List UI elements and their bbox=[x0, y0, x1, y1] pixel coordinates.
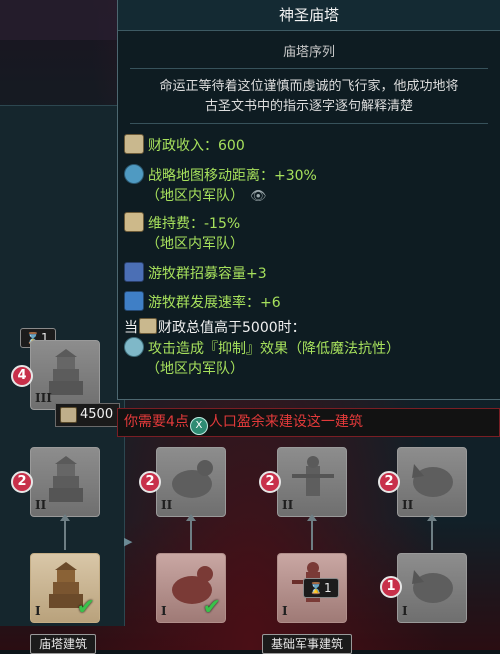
temple-tower-icon bbox=[49, 456, 83, 502]
warning-text-after: 人口盈余来建设这一建筑 bbox=[208, 414, 363, 430]
tier-label: II bbox=[161, 498, 173, 512]
effect-income: 财政收入：600 bbox=[124, 134, 245, 155]
horn-icon bbox=[124, 262, 144, 282]
build-turns-counter: ⌛ 1 bbox=[303, 578, 339, 598]
built-check-icon: ✔ bbox=[76, 595, 95, 620]
beast-icon bbox=[172, 460, 213, 498]
effect-text: 游牧群招募容量+3 bbox=[148, 266, 267, 282]
tier-label: I bbox=[35, 604, 41, 618]
effect-recruit-capacity: 游牧群招募容量+3 bbox=[124, 262, 267, 283]
divider bbox=[130, 68, 488, 69]
chain-label-military: 基础军事建筑 bbox=[262, 634, 353, 654]
divider bbox=[130, 123, 488, 124]
tier-label: II bbox=[35, 498, 47, 512]
creature-icon bbox=[412, 570, 453, 603]
shield-icon bbox=[124, 337, 144, 357]
building-slot-creature-tier1[interactable]: I bbox=[397, 553, 467, 623]
building-slot-temple-tier3[interactable]: III bbox=[30, 340, 100, 410]
temple-tower-icon bbox=[49, 349, 83, 395]
build-requirement-warning: 你需要4点 X 人口盈余来建设这一建筑 bbox=[117, 408, 500, 437]
description-line: 古圣文书中的指示逐字逐句解释清楚 bbox=[204, 99, 413, 114]
upgrade-arrow bbox=[60, 514, 70, 550]
creature-icon bbox=[412, 464, 453, 497]
scroll-icon bbox=[124, 212, 144, 232]
tooltip-title: 神圣庙塔 bbox=[118, 0, 500, 31]
description-line: 命运正等待着这位谨慎而虔诚的飞行家，他成功地将 bbox=[159, 79, 459, 94]
upgrade-arrow bbox=[186, 514, 196, 550]
warning-text-before: 你需要4点 bbox=[124, 414, 189, 430]
expand-arrow-icon[interactable]: ▶ bbox=[124, 535, 132, 548]
tooltip-description: 命运正等待着这位谨慎而虔诚的飞行家，他成功地将 古圣文书中的指示逐字逐句解释清楚 bbox=[118, 77, 500, 117]
effect-text: 游牧群发展速率：+6 bbox=[148, 295, 281, 311]
building-slot-beast-tier1[interactable]: I ✔ bbox=[156, 553, 226, 623]
build-turns-value: 1 bbox=[324, 581, 332, 595]
effect-scope: （地区内军队） bbox=[146, 236, 244, 252]
tier-label: II bbox=[282, 498, 294, 512]
building-slot-beast-tier2[interactable]: II bbox=[156, 447, 226, 517]
built-check-icon: ✔ bbox=[202, 595, 221, 620]
effect-scope: （地区内军队） bbox=[146, 361, 244, 377]
build-cost-value: 4500 bbox=[80, 407, 114, 422]
effect-text: 战略地图移动距离：+30% bbox=[148, 168, 317, 184]
requirement-badge: 2 bbox=[259, 471, 281, 493]
warrior-icon bbox=[292, 456, 334, 496]
chain-label-temple: 庙塔建筑 bbox=[30, 634, 97, 654]
requirement-badge: 1 bbox=[380, 576, 402, 598]
requirement-badge: 2 bbox=[11, 471, 33, 493]
globe-icon bbox=[124, 164, 144, 184]
building-slot-creature-tier2[interactable]: II bbox=[397, 447, 467, 517]
condition-prefix: 当 bbox=[124, 320, 138, 336]
requirement-badge: 2 bbox=[378, 471, 400, 493]
building-slot-temple-tier2[interactable]: II bbox=[30, 447, 100, 517]
effect-suppression: 攻击造成『抑制』效果（降低魔法抗性） （地区内军队） bbox=[124, 337, 400, 378]
population-surplus-icon: X bbox=[189, 417, 208, 435]
tier-label: I bbox=[402, 604, 408, 618]
effect-text: 攻击造成『抑制』效果（降低魔法抗性） bbox=[148, 341, 400, 357]
effect-upkeep: 维持费：-15% （地区内军队） bbox=[124, 212, 244, 253]
upgrade-arrow bbox=[427, 514, 437, 550]
building-tooltip: 神圣庙塔 庙塔序列 命运正等待着这位谨慎而虔诚的飞行家，他成功地将 古圣文书中的… bbox=[117, 0, 500, 400]
effect-text: 维持费：-15% bbox=[148, 216, 241, 232]
build-cost-tag: 4500 bbox=[55, 403, 121, 427]
upgrade-arrow bbox=[307, 514, 317, 550]
condition-line: 当 财政总值高于5000时： bbox=[124, 317, 306, 337]
condition-text: 财政总值高于5000时： bbox=[158, 320, 306, 336]
eye-icon[interactable]: 👁 bbox=[250, 189, 267, 204]
effect-growth-rate: 游牧群发展速率：+6 bbox=[124, 291, 281, 312]
gold-coins-icon bbox=[124, 134, 144, 154]
effect-text: 财政收入：600 bbox=[148, 138, 245, 154]
hourglass-icon: ⌛ bbox=[309, 582, 323, 595]
flask-icon bbox=[124, 291, 144, 311]
requirement-badge: 2 bbox=[139, 471, 161, 493]
building-slot-temple-tier1[interactable]: I ✔ bbox=[30, 553, 100, 623]
effect-scope: （地区内军队） bbox=[146, 188, 244, 204]
tier-label: II bbox=[402, 498, 414, 512]
requirement-badge: 4 bbox=[11, 365, 33, 387]
tier-label: I bbox=[161, 604, 167, 618]
tooltip-subtitle: 庙塔序列 bbox=[282, 45, 335, 60]
building-slot-military-tier2[interactable]: II bbox=[277, 447, 347, 517]
tier-label: III bbox=[35, 391, 52, 405]
effect-movement: 战略地图移动距离：+30% （地区内军队） 👁 bbox=[124, 164, 317, 205]
tier-label: I bbox=[282, 604, 288, 618]
treasury-coin-icon bbox=[60, 407, 77, 423]
treasury-icon bbox=[139, 318, 157, 334]
